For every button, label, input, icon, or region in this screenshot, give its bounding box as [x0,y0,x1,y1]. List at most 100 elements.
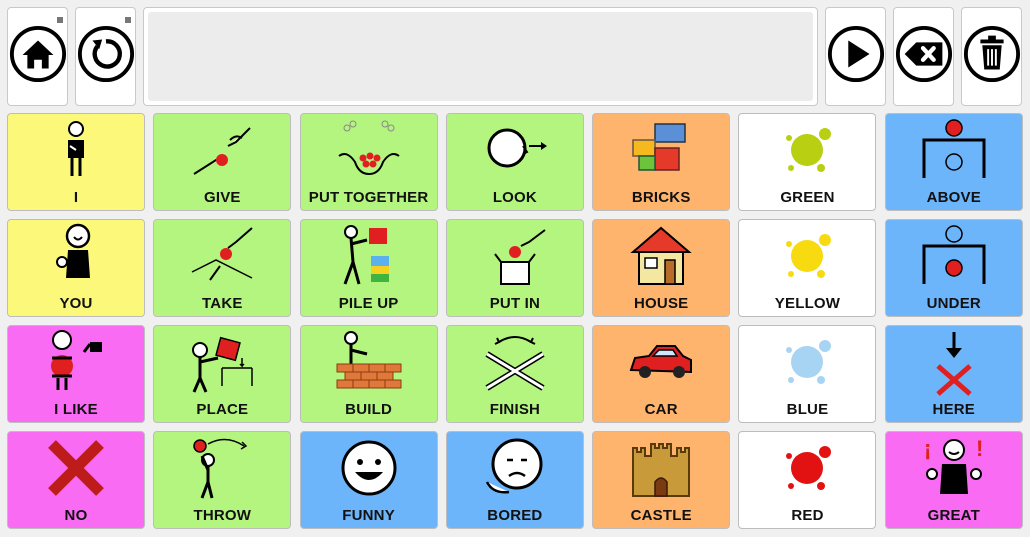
symbol-cell-put-in[interactable]: PUT IN [445,219,584,317]
symbol-cell-build[interactable]: BUILD [299,325,438,423]
symbol-label: PUT IN [489,295,541,312]
symbol-cell-here[interactable]: HERE [884,325,1023,423]
above-icon [886,114,1022,188]
symbol-cell-green[interactable]: GREEN [738,113,877,211]
symbol-cell-give[interactable]: GIVE [153,113,292,211]
look-icon [447,114,583,188]
symbol-label: CASTLE [630,507,692,524]
play-icon [827,25,885,88]
symbol-label: BLUE [786,401,829,418]
symbol-label: YELLOW [774,295,841,312]
symbol-label: FINISH [489,401,541,418]
backspace-button[interactable] [893,7,954,106]
symbol-label: ABOVE [926,189,981,206]
under-icon [886,220,1022,294]
person-you-icon [8,220,144,294]
symbol-label: THROW [193,507,252,524]
symbol-label: I [73,189,79,206]
message-bar[interactable] [143,7,818,106]
symbol-cell-bored[interactable]: BORED [445,431,584,529]
symbol-cell-car[interactable]: CAR [592,325,731,423]
symbol-label: LOOK [492,189,537,206]
symbol-label: UNDER [926,295,981,312]
symbol-cell-pile-up[interactable]: PILE UP [299,219,438,317]
symbol-cell-under[interactable]: UNDER [884,219,1023,317]
symbol-label: HOUSE [634,295,689,312]
symbol-label: HERE [932,401,976,418]
message-text [148,12,813,101]
symbol-grid: I GIVE PUT TOGETHER LOOK BRICKS GREEN ABOVE YOU… [7,113,1023,529]
symbol-label: PUT TOGETHER [308,189,429,206]
symbol-cell-yellow[interactable]: YELLOW [738,219,877,317]
symbol-label: YOU [59,295,93,312]
symbol-cell-finish[interactable]: FINISH [445,325,584,423]
refresh-icon [77,25,135,88]
symbol-label: GREAT [927,507,980,524]
corner-marker [125,17,131,23]
symbol-label: BUILD [345,401,392,418]
give-hands-icon [154,114,290,188]
symbol-cell-blue[interactable]: BLUE [738,325,877,423]
refresh-button[interactable] [75,7,136,106]
symbol-label: CAR [644,401,678,418]
symbol-label: RED [791,507,824,524]
symbol-label: PILE UP [338,295,399,312]
bored-face-icon [447,432,583,506]
symbol-cell-no[interactable]: NO [7,431,145,529]
car-icon [593,326,729,400]
home-icon [9,25,67,88]
home-button[interactable] [7,7,68,106]
symbol-cell-above[interactable]: ABOVE [884,113,1023,211]
symbol-cell-throw[interactable]: THROW [153,431,292,529]
house-icon [593,220,729,294]
corner-marker [57,17,63,23]
symbol-cell-great[interactable]: ¡! GREAT [884,431,1023,529]
yellow-splash-icon [739,220,875,294]
symbol-label: BRICKS [631,189,691,206]
symbol-cell-house[interactable]: HOUSE [592,219,731,317]
castle-icon [593,432,729,506]
symbol-cell-red[interactable]: RED [738,431,877,529]
take-icon [154,220,290,294]
throw-icon [154,432,290,506]
red-splash-icon [739,432,875,506]
symbol-label: NO [64,507,88,524]
no-cross-icon [8,432,144,506]
symbol-label: BORED [487,507,543,524]
symbol-label: GIVE [203,189,241,206]
symbol-cell-bricks[interactable]: BRICKS [592,113,731,211]
symbol-cell-i[interactable]: I [7,113,145,211]
symbol-cell-i-like[interactable]: I LIKE [7,325,145,423]
blue-splash-icon [739,326,875,400]
put-together-icon [301,114,437,188]
symbol-cell-funny[interactable]: FUNNY [299,431,438,529]
symbol-cell-you[interactable]: YOU [7,219,145,317]
svg-text:¡: ¡ [924,436,931,461]
bricks-icon [593,114,729,188]
symbol-cell-put-together[interactable]: PUT TOGETHER [299,113,438,211]
finish-icon [447,326,583,400]
symbol-cell-take[interactable]: TAKE [153,219,292,317]
symbol-label: PLACE [196,401,249,418]
symbol-cell-look[interactable]: LOOK [445,113,584,211]
place-icon [154,326,290,400]
trash-icon [963,25,1021,88]
symbol-cell-castle[interactable]: CASTLE [592,431,731,529]
svg-text:!: ! [976,436,983,461]
funny-face-icon [301,432,437,506]
symbol-label: I LIKE [54,401,98,418]
symbol-cell-place[interactable]: PLACE [153,325,292,423]
pile-up-icon [301,220,437,294]
symbol-label: FUNNY [342,507,395,524]
clear-button[interactable] [961,7,1022,106]
green-splash-icon [739,114,875,188]
build-icon [301,326,437,400]
put-in-icon [447,220,583,294]
speak-button[interactable] [825,7,886,106]
person-me-icon [8,114,144,188]
backspace-icon [895,25,953,88]
i-like-icon [8,326,144,400]
great-icon: ¡! [886,432,1022,506]
here-icon [886,326,1022,400]
symbol-label: GREEN [780,189,835,206]
